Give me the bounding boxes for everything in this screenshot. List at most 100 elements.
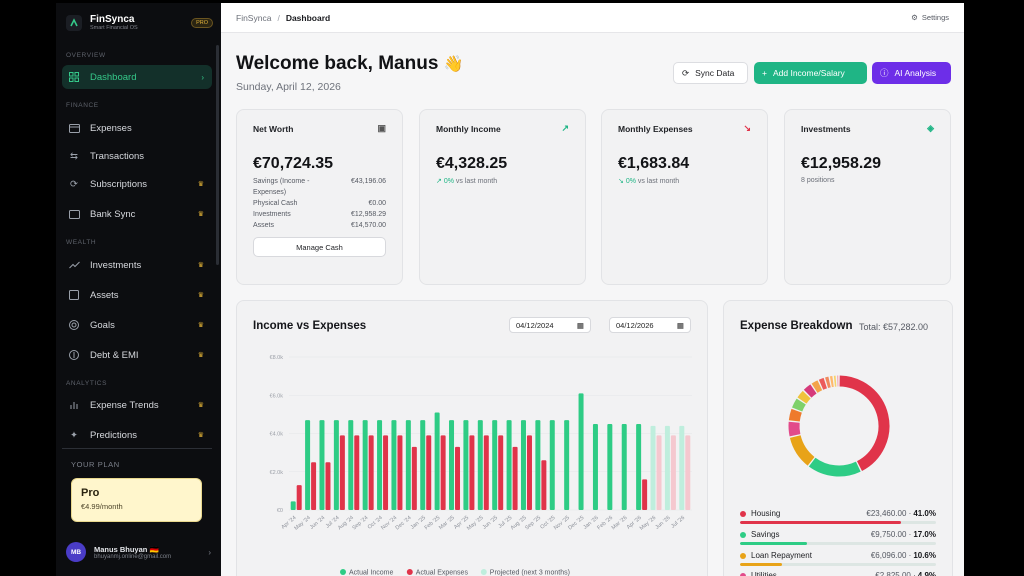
y-tick-label: €8.0k [270, 355, 284, 361]
sidebar-item-assets[interactable]: Assets ♛ [62, 283, 212, 307]
donut-slice [839, 375, 890, 471]
sidebar-item-dashboard[interactable]: Dashboard › [62, 65, 212, 89]
legend-row: Housing €23,460.00 · 41.0% [740, 509, 936, 524]
sidebar-item-expenses[interactable]: Expenses [62, 116, 212, 140]
brand-subtitle: Smart Financial OS [90, 25, 138, 31]
monthly-expenses-card: Monthly Expenses ↘ €1,683.84 ↘ 0% vs last… [601, 109, 768, 285]
bar [592, 423, 598, 510]
bar [512, 446, 518, 510]
bar [426, 435, 432, 510]
main-content: FinSynca / Dashboard ⚙ Settings Welcome … [221, 3, 964, 576]
bar [290, 501, 296, 510]
bar [636, 423, 642, 510]
bar [311, 462, 317, 510]
settings-button[interactable]: ⚙ Settings [911, 13, 949, 22]
legend-row: Loan Repayment €6,096.00 · 10.6% [740, 551, 936, 566]
crown-icon: ♛ [197, 292, 204, 299]
plan-card[interactable]: Pro €4.99/month [71, 478, 202, 522]
section-wealth: WEALTH [66, 239, 97, 246]
legend-swatch [340, 569, 346, 575]
share-bar-fill [740, 542, 807, 545]
breakdown-row: Assets €14,570.00 [253, 220, 386, 231]
bar [506, 420, 512, 510]
bar [526, 435, 532, 510]
sidebar-item-goals[interactable]: Goals ♛ [62, 313, 212, 337]
sidebar-item-label: Transactions [90, 150, 145, 162]
user-name: Manus Bhuyan 🇩🇪 [94, 545, 171, 554]
crown-icon: ♛ [197, 402, 204, 409]
sidebar-item-expense-trends[interactable]: Expense Trends ♛ [62, 393, 212, 417]
share-bar-fill [740, 563, 782, 566]
sidebar-item-label: Subscriptions [90, 178, 148, 190]
topbar: FinSynca / Dashboard ⚙ Settings [221, 3, 964, 33]
legend-amount: €6,096.00 · [870, 551, 912, 560]
chevron-right-icon: › [208, 547, 211, 557]
change-indicator: ↗ 0% vs last month [436, 177, 569, 185]
income-expenses-chart: €0€2.0k€4.0k€6.0k€8.0kApr '24May '24Jun … [270, 355, 692, 576]
net-worth-card: Net Worth ▣ €70,724.35 Savings (Income - €… [236, 109, 403, 285]
breadcrumb-root[interactable]: FinSynca [236, 13, 271, 23]
crown-icon: ♛ [197, 432, 204, 439]
add-label: Add Income/Salary [772, 68, 845, 78]
expense-breakdown-card: Expense Breakdown Total: €57,282.00 Hous… [723, 300, 953, 576]
sidebar-item-label: Bank Sync [90, 208, 136, 220]
donut-slice [825, 376, 831, 389]
monthly-income-card: Monthly Income ↗ €4,328.25 ↗ 0% vs last m… [419, 109, 586, 285]
bar [391, 420, 397, 510]
bar [455, 446, 461, 510]
bar [339, 435, 345, 510]
sync-data-button[interactable]: ⟳ Sync Data [673, 62, 748, 84]
sidebar-item-bank-sync[interactable]: Bank Sync ♛ [62, 202, 212, 226]
change-suffix: vs last month [455, 178, 498, 185]
bar [449, 420, 455, 510]
sidebar: FinSynca Smart Financial OS PRO OVERVIEW… [56, 3, 221, 576]
bar [463, 420, 469, 510]
card-title: Monthly Expenses [618, 123, 693, 134]
bar [377, 420, 383, 510]
refresh-icon: ⟳ [682, 67, 690, 78]
settings-label: Settings [921, 13, 949, 22]
sidebar-item-label: Debt & EMI [90, 349, 139, 361]
sidebar-item-label: Dashboard [90, 71, 137, 83]
sidebar-item-investments[interactable]: Investments ♛ [62, 253, 212, 277]
avatar: MB [66, 542, 86, 562]
sidebar-item-label: Assets [90, 289, 119, 301]
manage-cash-button[interactable]: Manage Cash [253, 237, 386, 257]
breadcrumb-current: Dashboard [285, 12, 331, 23]
bar [498, 435, 504, 510]
card-title: Net Worth [253, 123, 294, 134]
calendar-icon: ▦ [576, 320, 584, 330]
donut-slice [818, 377, 828, 390]
grid-icon [68, 71, 80, 83]
share-bar-fill [740, 521, 901, 524]
monthly-income-value: €4,328.25 [436, 155, 508, 172]
row-label: Expenses) [253, 189, 287, 196]
bar [325, 462, 331, 510]
trend-icon [68, 259, 80, 271]
sidebar-item-transactions[interactable]: ⇆ Transactions [62, 144, 212, 168]
chevron-right-icon: › [201, 72, 204, 82]
sidebar-item-subscriptions[interactable]: ⟳ Subscriptions ♛ [62, 172, 212, 196]
crown-icon: ♛ [197, 181, 204, 188]
donut-slice [788, 408, 802, 422]
legend-label: Housing [751, 509, 781, 518]
bar [664, 425, 670, 510]
date-to-input[interactable]: 04/12/2026 ▦ [609, 317, 691, 333]
sidebar-item-predictions[interactable]: ✦ Predictions ♛ [62, 423, 212, 447]
sidebar-scrollbar[interactable] [216, 45, 219, 265]
add-income-button[interactable]: + Add Income/Salary [754, 62, 867, 84]
donut-slice [792, 398, 806, 412]
info-icon: ⓘ [880, 68, 889, 78]
ai-analysis-button[interactable]: ⓘ AI Analysis [872, 62, 951, 84]
page-title: Welcome back, Manus 👋 [236, 53, 464, 75]
investments-card: Investments ◈ €12,958.29 8 positions [784, 109, 951, 285]
share-bar [740, 563, 936, 566]
share-bar [740, 542, 936, 545]
user-profile[interactable]: MB Manus Bhuyan 🇩🇪 bhuyanmj.online@gmail… [66, 542, 211, 562]
date-from-input[interactable]: 04/12/2024 ▦ [509, 317, 591, 333]
change-value: 0% [443, 178, 454, 185]
plan-section-label: YOUR PLAN [71, 460, 120, 469]
bar [564, 420, 570, 510]
sidebar-item-debt-emi[interactable]: Debt & EMI ♛ [62, 343, 212, 367]
section-finance: FINANCE [66, 102, 99, 109]
